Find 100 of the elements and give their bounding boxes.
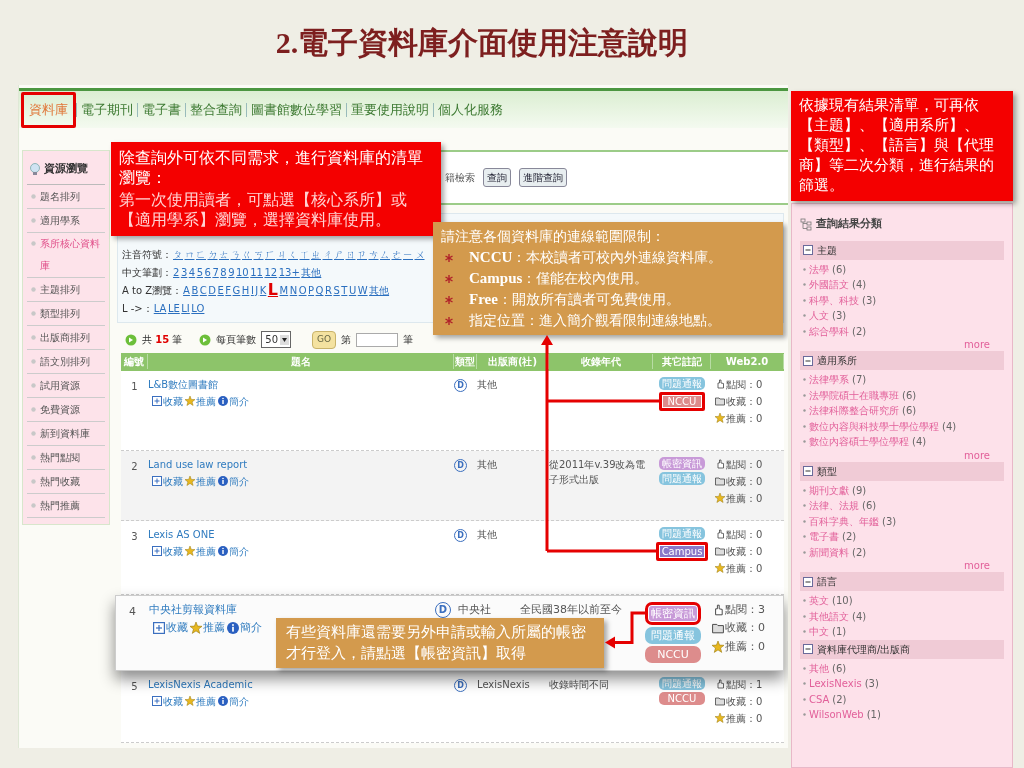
favorite-link[interactable]: 收藏 (152, 393, 183, 409)
browse-link[interactable]: J (254, 283, 259, 298)
intro-link[interactable]: 簡介 (218, 693, 249, 709)
recommend-link[interactable]: 推薦 (185, 393, 216, 409)
nav-tab[interactable]: 圖書館數位學習 (246, 102, 346, 117)
browse-link[interactable]: W (357, 283, 369, 298)
facet-link[interactable]: 百科字典、年鑑 (809, 513, 879, 529)
title-link[interactable]: LexisNexis Academic (148, 676, 253, 692)
browse-link[interactable]: A (182, 283, 191, 298)
browse-link[interactable]: S (332, 283, 341, 298)
browse-link[interactable]: 13+ (278, 265, 301, 280)
browse-link[interactable]: 8 (219, 265, 228, 280)
browse-link[interactable]: 6 (204, 265, 212, 280)
browse-link[interactable]: ㄨ (414, 247, 425, 262)
browse-link[interactable]: 12 (263, 265, 278, 280)
browse-link[interactable]: L (267, 282, 279, 298)
facet-link[interactable]: 數位內容碩士學位學程 (809, 434, 909, 450)
nav-tab[interactable]: 電子期刊 (76, 102, 137, 117)
sidebar-item[interactable]: 出版商排列 (27, 325, 105, 350)
go-button[interactable]: GO (312, 331, 337, 349)
browse-link[interactable]: LA (153, 301, 167, 316)
browse-link[interactable]: F (224, 283, 232, 298)
browse-link[interactable]: LE (167, 301, 181, 316)
sidebar-item[interactable]: 新到資料庫 (27, 421, 105, 446)
browse-link[interactable]: T (340, 283, 348, 298)
title-link[interactable]: L&B數位圖書館 (148, 376, 219, 392)
browse-link[interactable]: LI (180, 301, 191, 316)
page-input[interactable] (356, 332, 399, 347)
browse-link[interactable]: ㄘ (368, 247, 379, 262)
facet-header[interactable]: 語言 (800, 572, 1004, 591)
more-link[interactable]: more (964, 560, 990, 571)
recommend-link[interactable]: 推薦 (185, 473, 216, 489)
facet-header[interactable]: 主題 (800, 240, 1004, 260)
facet-link[interactable]: 法律學系 (809, 372, 849, 388)
sidebar-item[interactable]: 熱門收藏 (27, 469, 105, 494)
facet-header[interactable]: 適用系所 (800, 351, 1004, 370)
recommend-link[interactable]: 推薦 (185, 543, 216, 559)
title-link[interactable]: 中央社剪報資料庫 (149, 601, 237, 618)
more-link[interactable]: more (964, 449, 990, 461)
browse-link[interactable]: ㄖ (345, 247, 356, 262)
facet-link[interactable]: 其他語文 (809, 608, 849, 624)
facet-link[interactable]: 新聞資料 (809, 544, 849, 560)
facet-link[interactable]: 法律科際整合研究所 (809, 403, 899, 419)
facet-link[interactable]: WilsonWeb (809, 707, 864, 723)
sidebar-item[interactable]: 題名排列 (27, 184, 105, 209)
sidebar-item[interactable]: 免費資源 (27, 397, 105, 422)
facet-link[interactable]: 科學、科技 (809, 292, 859, 308)
title-link[interactable]: Lexis AS ONE (148, 526, 215, 542)
facet-header[interactable]: 資料庫代理商/出版商 (800, 639, 1004, 659)
browse-link[interactable]: ㄧ (402, 247, 414, 262)
browse-link[interactable]: ㄙ (379, 247, 391, 262)
sidebar-item[interactable]: 適用學系 (27, 208, 105, 233)
title-link[interactable]: Land use law report (148, 456, 248, 472)
browse-link[interactable]: 9 (227, 265, 235, 280)
facet-link[interactable]: CSA (809, 691, 830, 707)
browse-link[interactable]: ㄗ (356, 247, 368, 262)
browse-link[interactable]: ㄍ (241, 247, 253, 262)
browse-link[interactable]: U (348, 283, 357, 298)
browse-link[interactable]: ㄒ (299, 247, 310, 262)
browse-link[interactable]: 10 (235, 265, 250, 280)
sidebar-item[interactable]: 類型排列 (27, 301, 105, 326)
nav-tab[interactable]: 重要使用說明 (346, 102, 433, 117)
browse-link[interactable]: 7 (211, 265, 220, 280)
facet-link[interactable]: 人文 (809, 308, 829, 324)
browse-link[interactable]: Q (315, 283, 324, 298)
browse-link[interactable]: 3 (180, 265, 188, 280)
browse-link[interactable]: C (199, 283, 208, 298)
facet-link[interactable]: 英文 (809, 593, 829, 609)
nav-tab[interactable]: 個人化服務 (433, 102, 507, 117)
facet-link[interactable]: 數位內容與科技學士學位學程 (809, 418, 939, 434)
browse-link[interactable]: ㄏ (264, 247, 276, 262)
browse-link[interactable]: I (250, 283, 255, 298)
favorite-link[interactable]: 收藏 (153, 620, 188, 637)
browse-link[interactable]: ㄐ (276, 247, 287, 262)
browse-link[interactable]: K (259, 283, 267, 298)
browse-link[interactable]: 其他 (368, 283, 390, 298)
browse-link[interactable]: ㄔ (322, 247, 333, 262)
browse-link[interactable]: ㄎ (253, 247, 264, 262)
nav-tab[interactable]: 整合查詢 (185, 102, 246, 117)
facet-link[interactable]: 法學 (809, 261, 829, 277)
nav-tab[interactable]: 電子書 (137, 102, 185, 117)
browse-link[interactable]: D (207, 283, 217, 298)
browse-link[interactable]: LO (190, 301, 205, 316)
browse-link[interactable]: M (279, 283, 289, 298)
favorite-link[interactable]: 收藏 (152, 473, 183, 489)
intro-link[interactable]: 簡介 (218, 393, 249, 409)
browse-link[interactable]: ㄇ (184, 247, 195, 262)
browse-link[interactable]: P (307, 283, 315, 298)
browse-link[interactable]: B (190, 283, 199, 298)
browse-link[interactable]: 11 (249, 265, 264, 280)
favorite-link[interactable]: 收藏 (152, 693, 183, 709)
sidebar-item[interactable]: 系所核心資料庫 (27, 232, 105, 278)
browse-link[interactable]: ㄕ (333, 247, 345, 262)
facet-link[interactable]: 法學院碩士在職專班 (809, 387, 899, 403)
more-link[interactable]: more (964, 339, 990, 350)
sidebar-item[interactable]: 主題排列 (27, 277, 105, 302)
page-size-select[interactable]: 50 (261, 331, 292, 349)
browse-link[interactable]: N (289, 283, 298, 298)
search-button[interactable]: 進階查詢 (519, 168, 567, 187)
browse-link[interactable]: ㄈ (195, 247, 207, 262)
